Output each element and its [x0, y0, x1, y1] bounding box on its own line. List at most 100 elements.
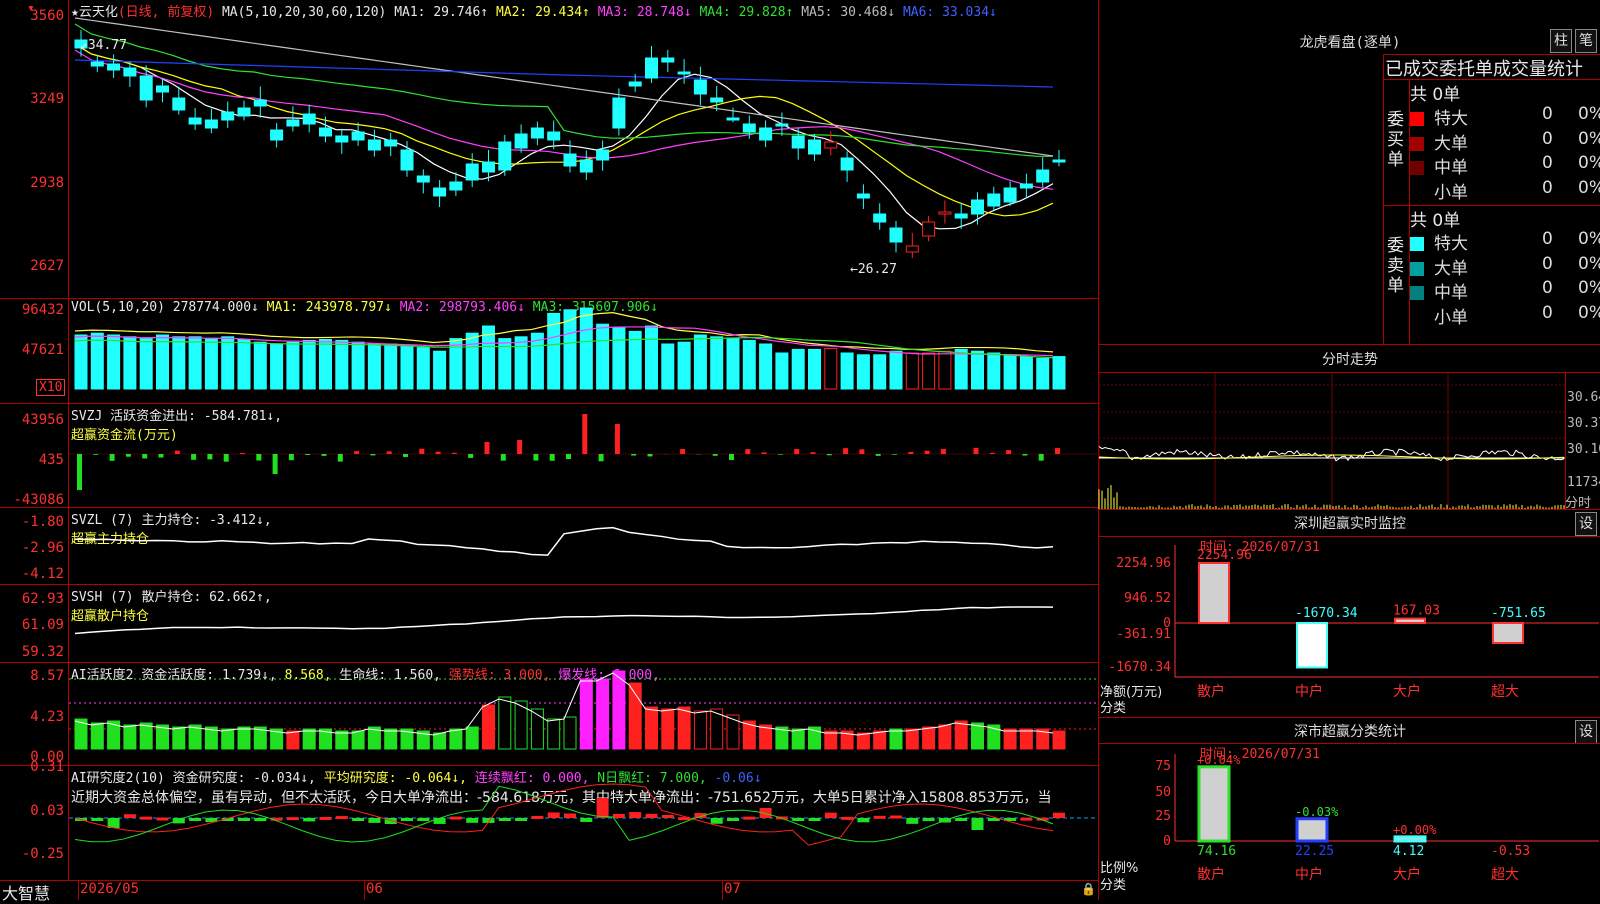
candlestick-chart[interactable] [69, 0, 1097, 298]
price-y-label: 3249 [2, 91, 64, 107]
research-bar [955, 818, 967, 821]
volume-bar [140, 339, 152, 389]
net-amount-y-label: -1670.34 [1108, 660, 1171, 675]
research-bar [140, 817, 152, 820]
candle-body [939, 212, 951, 214]
candle-body [727, 118, 739, 120]
volume-bar [515, 337, 527, 389]
flow-bar [843, 448, 848, 454]
row-label: 小单 [1434, 308, 1468, 328]
sz-class-settings-button[interactable]: 设 [1575, 720, 1597, 744]
svsh-pane[interactable]: SVSH (7) 散户持仓: 62.662↑, 超赢散户持仓 62.93 61.… [0, 585, 1098, 663]
volume-pane[interactable]: VOL(5,10,20) 278774.000↓ MA1: 243978.797… [0, 299, 1098, 404]
research-bar [1020, 818, 1032, 821]
activity-bar [124, 725, 136, 749]
row-value: 0 [1542, 303, 1553, 323]
low-price-label: ←26.27 [850, 262, 897, 277]
candle-body [287, 120, 299, 126]
volume-bar [727, 339, 739, 389]
activity-bar [890, 729, 902, 749]
volume-bar [368, 344, 380, 389]
candle-body [972, 200, 984, 214]
lhb-title: 龙虎看盘(逐单) [1100, 32, 1600, 52]
candle-body [320, 128, 332, 136]
activity-bar [1020, 729, 1032, 749]
fund-flow-bars [69, 404, 1097, 507]
sz-monitor-settings-button[interactable]: 设 [1575, 512, 1597, 536]
intraday-price-mid: 30.37 [1567, 416, 1600, 431]
candle-body [483, 162, 495, 172]
volume-bar [857, 355, 869, 389]
volume-bar [890, 351, 902, 389]
row-percent: 0% [1578, 104, 1600, 124]
research-bar [287, 817, 299, 820]
ai-activity-pane[interactable]: AI活跃度2 资金活跃度: 1.739↓, 8.568, 生命线: 1.560,… [0, 663, 1098, 766]
ai1-y-label: 8.57 [2, 668, 64, 684]
activity-bar [727, 715, 739, 749]
activity-bar [694, 711, 706, 749]
candle-body [857, 194, 869, 198]
activity-bar [678, 707, 690, 749]
research-bar [890, 816, 902, 819]
flow-bar [990, 453, 995, 454]
bar-mode-button[interactable]: 柱 [1550, 29, 1572, 53]
candle-body [108, 64, 120, 70]
svzl-pane[interactable]: SVZL (7) 主力持仓: -3.412↓, 超赢主力持仓 -1.80 -2.… [0, 508, 1098, 585]
flow-bar [892, 454, 897, 455]
flow-bar [289, 454, 294, 460]
ma5-line [75, 18, 1053, 156]
research-bar [368, 818, 380, 823]
retail-line [75, 607, 1053, 634]
volume-bar [597, 324, 609, 389]
activity-bar [564, 717, 576, 749]
research-bar [401, 818, 413, 821]
research-chart [69, 766, 1097, 880]
candle-body [955, 214, 967, 218]
research-bar [124, 814, 136, 818]
row-value: 0 [1542, 153, 1553, 173]
net-amount-value-label: 167.03 [1393, 604, 1440, 619]
volume-bar [254, 342, 266, 389]
volume-bar [173, 337, 185, 389]
lock-icon[interactable]: 🔒 [1081, 882, 1096, 896]
tick-mode-button[interactable]: 笔 [1575, 29, 1597, 53]
volume-bar [336, 340, 348, 389]
net-amount-bar [1199, 563, 1229, 623]
volume-bars [69, 299, 1097, 403]
flow-bar [273, 454, 278, 474]
svsh-y-label: 62.93 [2, 591, 64, 607]
activity-bar [434, 733, 446, 749]
research-bar [809, 818, 821, 821]
category-label: 中户 [1295, 683, 1323, 700]
ratio-y-label: 25 [1155, 809, 1171, 824]
volume-bar [1037, 358, 1049, 389]
net-amount-y-label: 946.52 [1124, 591, 1171, 606]
candle-body [988, 194, 1000, 206]
category-label: 散户 [1197, 683, 1225, 700]
x-label-may: 2026/05 [80, 881, 139, 897]
category-label: 超大 [1491, 684, 1519, 700]
ai-research-pane[interactable]: AI研究度2(10) 资金研究度: -0.034↓, 平均研究度: -0.064… [0, 766, 1098, 881]
intraday-chart[interactable] [1099, 373, 1565, 509]
candle-body [841, 158, 853, 170]
volume-bar [1020, 357, 1032, 389]
activity-bar [955, 721, 967, 749]
row-percent: 0% [1578, 229, 1600, 249]
activity-bar [1004, 729, 1016, 749]
volume-bar [939, 351, 951, 389]
candle-body [564, 154, 576, 166]
price-pane[interactable]: ▾ ★云天化(日线, 前复权) MA(5,10,20,30,60,120) MA… [0, 0, 1098, 299]
ma4-line [75, 24, 1053, 156]
volume-bar [646, 326, 658, 389]
row-percent: 0% [1578, 254, 1600, 274]
volume-bar [385, 344, 397, 389]
activity-bar [287, 731, 299, 749]
candle-body [1037, 170, 1049, 182]
volume-bar [450, 339, 462, 389]
volume-bar [743, 340, 755, 389]
ratio-change-label: +0.04% [1197, 753, 1241, 767]
svzj-pane[interactable]: SVZJ 活跃资金进出: -584.781↓, 超赢资金流(万元) 43956 … [0, 404, 1098, 508]
flow-bar [745, 449, 750, 454]
candle-body [743, 124, 755, 132]
volume-bar [91, 333, 103, 389]
